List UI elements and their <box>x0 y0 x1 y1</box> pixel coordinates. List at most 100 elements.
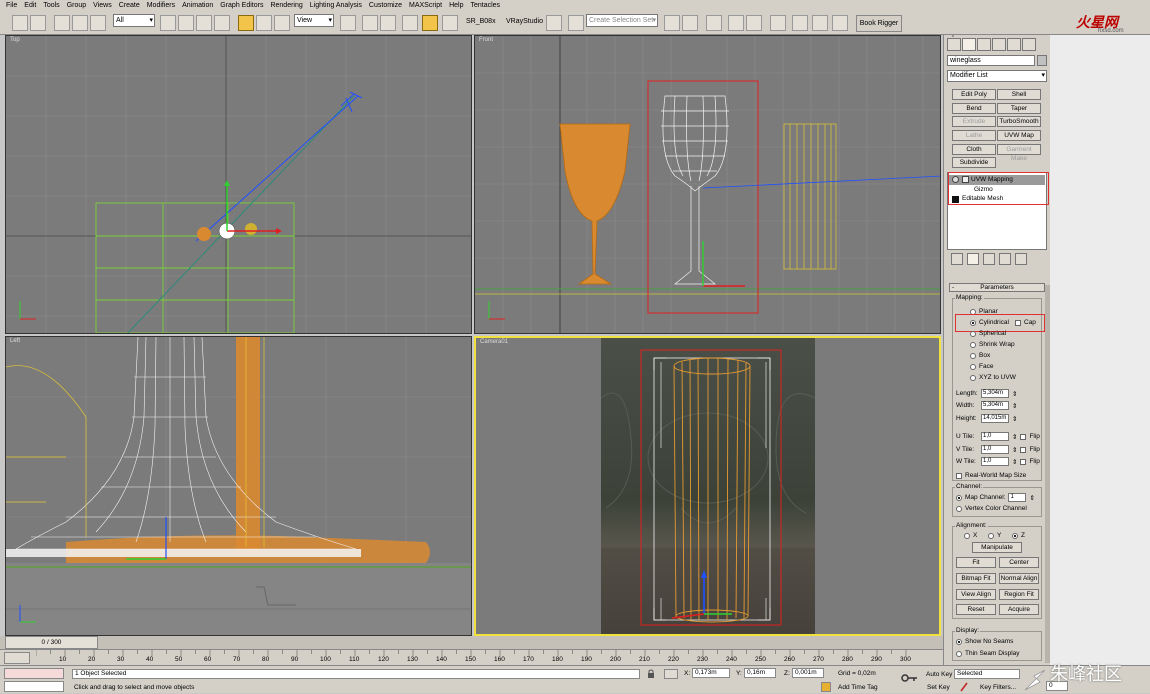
sr-label[interactable]: SR_B08x <box>466 18 496 25</box>
select-object-icon[interactable] <box>160 15 176 31</box>
menu-item-modifiers[interactable]: Modifiers <box>147 2 175 9</box>
align-z-radio[interactable]: Z <box>1012 532 1025 539</box>
viewport-label-camera[interactable]: Camera01 <box>480 339 508 345</box>
modifier-button-turbosmooth[interactable]: TurboSmooth <box>997 116 1041 127</box>
w-tile-spinner[interactable]: 1,0 <box>981 457 1009 466</box>
menu-item-group[interactable]: Group <box>67 2 86 9</box>
viewport-label-left[interactable]: Left <box>10 338 20 344</box>
menu-item-rendering[interactable]: Rendering <box>270 2 302 9</box>
fit-button[interactable]: Fit <box>956 557 996 568</box>
undo-icon[interactable] <box>12 15 28 31</box>
viewport-label-top[interactable]: Top <box>10 37 20 43</box>
manipulate-button[interactable]: Manipulate <box>972 542 1022 553</box>
configure-sets-icon[interactable] <box>1015 253 1027 265</box>
maxscript-mini-input[interactable] <box>4 681 64 692</box>
mapping-option-xyz-to-uvw[interactable]: XYZ to UVW <box>970 374 1016 381</box>
menu-item-lighting-analysis[interactable]: Lighting Analysis <box>310 2 362 9</box>
x-coordinate-field[interactable]: 0,173m <box>692 668 730 678</box>
viewport-left[interactable]: Left <box>5 336 472 636</box>
time-slider-track[interactable]: 0 / 300 <box>0 636 943 649</box>
viewport-label-front[interactable]: Front <box>479 37 493 43</box>
menu-item-help[interactable]: Help <box>449 2 463 9</box>
material-editor-icon[interactable] <box>770 15 786 31</box>
quick-render-icon[interactable] <box>832 15 848 31</box>
select-manipulate-icon[interactable] <box>362 15 378 31</box>
align-y-radio[interactable]: Y <box>988 532 1001 539</box>
snaps-toggle-icon[interactable] <box>402 15 418 31</box>
window-crossing-icon[interactable] <box>214 15 230 31</box>
hierarchy-tab-icon[interactable] <box>977 38 991 51</box>
bind-space-warp-icon[interactable] <box>90 15 106 31</box>
viewport-top[interactable]: Top <box>5 35 472 334</box>
select-rotate-icon[interactable] <box>256 15 272 31</box>
mapping-option-spherical[interactable]: Spherical <box>970 330 1006 337</box>
map-channel-radio[interactable]: Map Channel: 1 ⇕ <box>956 493 1035 502</box>
vertex-color-channel-radio[interactable]: Vertex Color Channel <box>956 505 1027 512</box>
acquire-button[interactable]: Acquire <box>999 604 1039 615</box>
modifier-button-taper[interactable]: Taper <box>997 103 1041 114</box>
modify-tab-icon[interactable] <box>962 38 976 51</box>
absolute-mode-icon[interactable] <box>664 669 678 679</box>
y-coordinate-field[interactable]: 0,16m <box>744 668 776 678</box>
align-x-radio[interactable]: X <box>964 532 977 539</box>
keyboard-shortcut-icon[interactable] <box>380 15 396 31</box>
real-world-map-size-checkbox[interactable]: Real-World Map Size <box>956 472 1026 479</box>
modifier-button-bend[interactable]: Bend <box>952 103 996 114</box>
book-rigger-button[interactable]: Book Rigger <box>856 15 902 32</box>
create-tab-icon[interactable] <box>947 38 961 51</box>
unlink-icon[interactable] <box>72 15 88 31</box>
viewport-camera[interactable]: Camera01 <box>474 336 941 636</box>
show-no-seams-radio[interactable]: Show No Seams <box>956 638 1013 645</box>
parameters-rollout-header[interactable]: - Parameters <box>949 283 1045 292</box>
z-coordinate-field[interactable]: 0,001m <box>792 668 824 678</box>
lock-selection-icon[interactable] <box>646 669 656 679</box>
v-flip-checkbox[interactable] <box>1020 446 1027 453</box>
rendered-frame-icon[interactable] <box>812 15 828 31</box>
edit-named-selection-icon[interactable] <box>568 15 584 31</box>
pivot-center-icon[interactable] <box>340 15 356 31</box>
motion-tab-icon[interactable] <box>992 38 1006 51</box>
named-selection-set-dropdown[interactable]: Create Selection Set <box>586 14 658 27</box>
modifier-button-shell[interactable]: Shell <box>997 89 1041 100</box>
region-fit-button[interactable]: Region Fit <box>999 589 1039 600</box>
object-name-field[interactable]: wineglass <box>947 55 1035 66</box>
modifier-button-cloth[interactable]: Cloth <box>952 144 996 155</box>
link-icon[interactable] <box>54 15 70 31</box>
normal-align-button[interactable]: Normal Align <box>999 573 1039 584</box>
modifier-button-edit-poly[interactable]: Edit Poly <box>952 89 996 100</box>
bitmap-fit-button[interactable]: Bitmap Fit <box>956 573 996 584</box>
add-time-tag-button[interactable]: Add Time Tag <box>838 684 878 691</box>
key-filters-button[interactable]: Key Filters... <box>980 684 1016 691</box>
w-flip-checkbox[interactable] <box>1020 458 1027 465</box>
object-color-swatch[interactable] <box>1037 55 1047 66</box>
layer-manager-icon[interactable] <box>706 15 722 31</box>
mapping-option-box[interactable]: Box <box>970 352 990 359</box>
angle-snap-icon[interactable] <box>422 15 438 31</box>
u-flip-checkbox[interactable] <box>1020 433 1027 440</box>
menu-item-edit[interactable]: Edit <box>24 2 36 9</box>
modifier-list-dropdown[interactable]: Modifier List ▾ <box>947 70 1047 82</box>
menu-item-graph-editors[interactable]: Graph Editors <box>220 2 263 9</box>
percent-snap-icon[interactable] <box>442 15 458 31</box>
display-tab-icon[interactable] <box>1007 38 1021 51</box>
schematic-view-icon[interactable] <box>746 15 762 31</box>
reset-button[interactable]: Reset <box>956 604 996 615</box>
time-tag-icon[interactable] <box>821 682 831 692</box>
mapping-option-shrink-wrap[interactable]: Shrink Wrap <box>970 341 1015 348</box>
height-spinner[interactable]: 14,015m <box>981 414 1009 423</box>
key-mode-dropdown[interactable]: Selected <box>954 669 1020 679</box>
thin-seam-display-radio[interactable]: Thin Seam Display <box>956 650 1042 657</box>
modifier-button-extrude[interactable]: Extrude <box>952 116 996 127</box>
maxscript-listener-mini[interactable] <box>4 668 64 679</box>
viewport-front[interactable]: Front <box>474 35 941 334</box>
show-end-result-icon[interactable] <box>967 253 979 265</box>
menu-item-animation[interactable]: Animation <box>182 2 213 9</box>
menu-item-maxscript[interactable]: MAXScript <box>409 2 442 9</box>
select-by-name-icon[interactable] <box>178 15 194 31</box>
key-mode-icon[interactable] <box>960 682 968 692</box>
v-tile-spinner[interactable]: 1,0 <box>981 445 1009 454</box>
render-setup-icon[interactable] <box>792 15 808 31</box>
select-move-icon[interactable] <box>238 15 254 31</box>
mirror-icon[interactable] <box>664 15 680 31</box>
curve-editor-icon[interactable] <box>728 15 744 31</box>
